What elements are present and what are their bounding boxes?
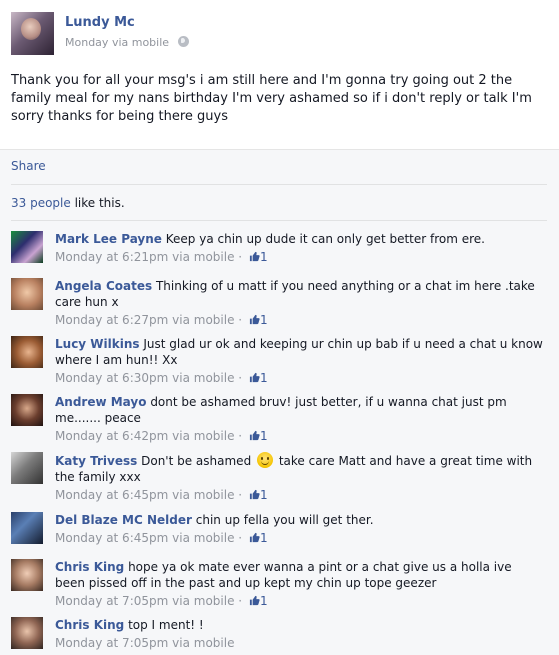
comment-time[interactable]: Monday at 6:45pm: [55, 488, 168, 502]
comment-via: via mobile: [172, 488, 235, 502]
comment-body: Chris King hope ya ok mate ever wanna a …: [55, 559, 545, 609]
comment-body: Lucy Wilkins Just glad ur ok and keeping…: [55, 336, 545, 386]
comment-meta: Monday at 6:30pm via mobile · 1: [55, 371, 268, 385]
comment-like-count[interactable]: 1: [260, 488, 268, 502]
comment-via: via mobile: [172, 531, 235, 545]
comment-meta: Monday at 6:42pm via mobile · 1: [55, 429, 268, 443]
commenter-avatar[interactable]: [11, 512, 43, 544]
comment-text: Keep ya chin up dude it can only get bet…: [165, 232, 485, 246]
comment-text-start: Don't be ashamed: [141, 454, 252, 468]
commenter-avatar[interactable]: [11, 336, 43, 368]
comment-via: via mobile: [172, 313, 235, 327]
comment-time[interactable]: Monday at 6:21pm: [55, 250, 168, 264]
comment-via: via mobile: [172, 636, 235, 650]
comment-time[interactable]: Monday at 6:30pm: [55, 371, 168, 385]
commenter-name[interactable]: Lucy Wilkins: [55, 337, 140, 351]
commenter-avatar[interactable]: [11, 559, 43, 591]
comment-meta: Monday at 7:05pm via mobile: [55, 635, 545, 651]
comment-text: top I ment! !: [128, 618, 204, 632]
comment-body: Chris King top I ment! ! Monday at 7:05p…: [55, 617, 545, 651]
comment-time[interactable]: Monday at 7:05pm: [55, 636, 168, 650]
comment-body: Mark Lee Payne Keep ya chin up dude it c…: [55, 231, 545, 265]
comment-meta: Monday at 6:45pm via mobile · 1: [55, 488, 268, 502]
comment-body: Andrew Mayo dont be ashamed bruv! just b…: [55, 394, 545, 444]
comment-body: Angela Coates Thinking of u matt if you …: [55, 278, 545, 328]
likes-divider: [11, 184, 547, 185]
likes-summary: 33 people like this.: [11, 196, 125, 210]
thumbs-up-icon[interactable]: [249, 532, 260, 543]
comment-via: via mobile: [172, 371, 235, 385]
comment-like-count[interactable]: 1: [260, 371, 268, 385]
commenter-avatar[interactable]: [11, 452, 43, 484]
comment-like-count[interactable]: 1: [260, 250, 268, 264]
commenter-name[interactable]: Del Blaze MC Nelder: [55, 513, 192, 527]
comment-like-count[interactable]: 1: [260, 594, 268, 608]
comment-meta: Monday at 6:27pm via mobile · 1: [55, 313, 268, 327]
thumbs-up-icon[interactable]: [249, 489, 260, 500]
comment-like-count[interactable]: 1: [260, 429, 268, 443]
comment-meta: Monday at 6:45pm via mobile · 1: [55, 531, 268, 545]
commenter-name[interactable]: Chris King: [55, 618, 124, 632]
thumbs-up-icon[interactable]: [249, 314, 260, 325]
likes-count-link[interactable]: 33 people: [11, 196, 71, 210]
commenter-name[interactable]: Mark Lee Payne: [55, 232, 162, 246]
comment-via: via mobile: [172, 250, 235, 264]
commenter-name[interactable]: Katy Trivess: [55, 454, 137, 468]
comment-via: via mobile: [172, 429, 235, 443]
commenter-avatar[interactable]: [11, 394, 43, 426]
author-avatar[interactable]: [11, 12, 54, 55]
post-via: via mobile: [111, 36, 170, 49]
status-text: Thank you for all your msg's i am still …: [11, 73, 532, 124]
thumbs-up-icon[interactable]: [249, 251, 260, 262]
commenter-avatar[interactable]: [11, 231, 43, 263]
status-post: Lundy Mc Monday via mobile Thank you for…: [0, 0, 559, 655]
thumbs-up-icon[interactable]: [249, 595, 260, 606]
comment-time[interactable]: Monday at 6:27pm: [55, 313, 168, 327]
thumbs-up-icon[interactable]: [249, 372, 260, 383]
smiley-icon: [257, 452, 274, 468]
comment-time[interactable]: Monday at 7:05pm: [55, 594, 168, 608]
comment-body: Katy Trivess Don't be ashamed take care …: [55, 452, 545, 503]
comment-via: via mobile: [172, 594, 235, 608]
comment-text: chin up fella you will get ther.: [195, 513, 374, 527]
likes-suffix: like this.: [70, 196, 125, 210]
comments-divider: [11, 220, 547, 221]
comment-body: Del Blaze MC Nelder chin up fella you wi…: [55, 512, 545, 546]
post-timestamp[interactable]: Monday: [65, 36, 108, 49]
post-meta: Monday via mobile: [65, 36, 189, 49]
commenter-avatar[interactable]: [11, 617, 43, 649]
commenter-avatar[interactable]: [11, 278, 43, 310]
comment-time[interactable]: Monday at 6:42pm: [55, 429, 168, 443]
comment-like-count[interactable]: 1: [260, 531, 268, 545]
comment-like-count[interactable]: 1: [260, 313, 268, 327]
commenter-name[interactable]: Andrew Mayo: [55, 395, 146, 409]
comment-text: hope ya ok mate ever wanna a pint or a c…: [55, 560, 512, 590]
comment-meta: Monday at 7:05pm via mobile · 1: [55, 594, 268, 608]
author-name[interactable]: Lundy Mc: [65, 15, 135, 30]
commenter-name[interactable]: Chris King: [55, 560, 124, 574]
commenter-name[interactable]: Angela Coates: [55, 279, 152, 293]
globe-icon[interactable]: [177, 36, 189, 47]
comment-meta: Monday at 6:21pm via mobile · 1: [55, 250, 268, 264]
thumbs-up-icon[interactable]: [249, 430, 260, 441]
share-link[interactable]: Share: [11, 159, 46, 173]
comment-time[interactable]: Monday at 6:45pm: [55, 531, 168, 545]
